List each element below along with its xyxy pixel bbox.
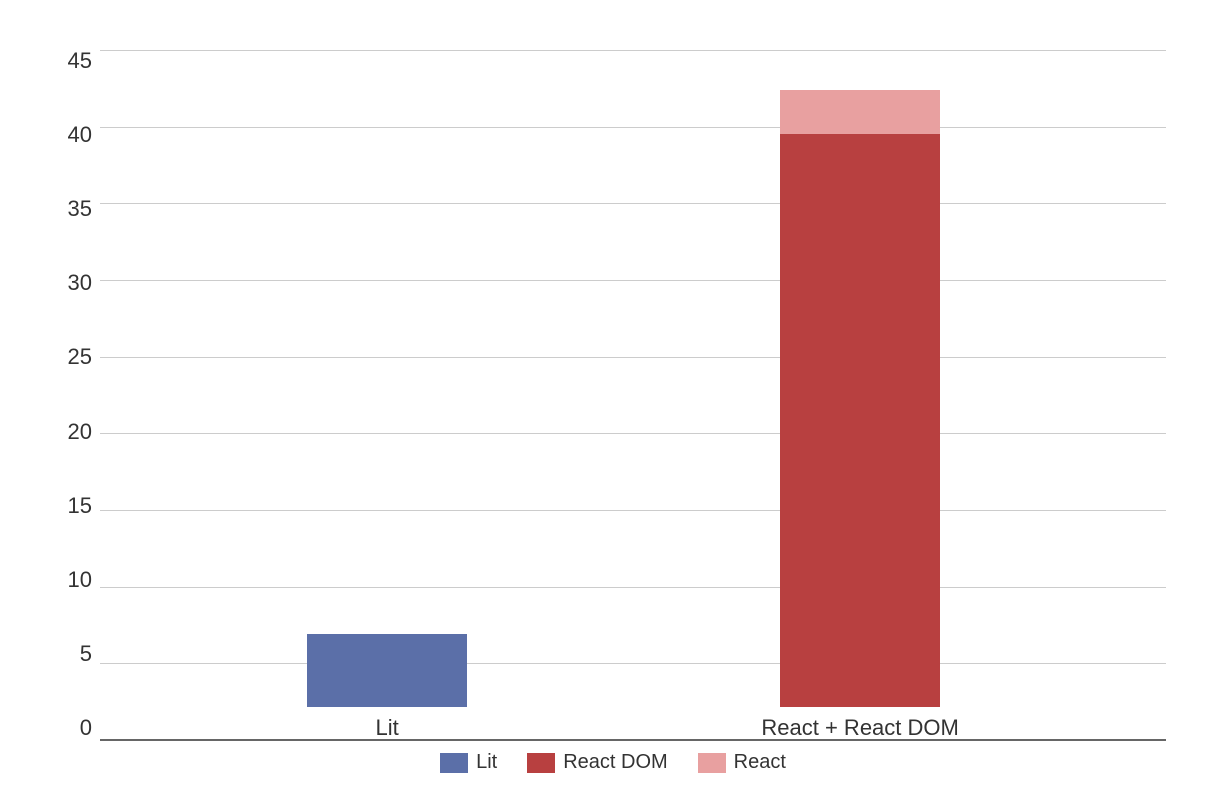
x-axis-line — [100, 739, 1166, 741]
grid-and-bars: 0 5 10 15 20 25 30 35 40 45 Lit React + React DOM — [60, 50, 1166, 741]
bar-stack — [307, 634, 467, 707]
chart-container: 051015202530354045 LitReact + React DOM … — [0, 0, 1206, 804]
legend-swatch — [440, 753, 468, 773]
y-tick: 25 — [60, 346, 100, 368]
chart-plot: Lit React + React DOM — [100, 50, 1166, 741]
legend-label: React DOM — [563, 751, 667, 774]
legend-item: Lit — [440, 751, 497, 774]
bar-group-label: React + React DOM — [761, 715, 958, 741]
y-tick: 5 — [60, 643, 100, 665]
bar-group-label: Lit — [376, 715, 399, 741]
y-tick: 20 — [60, 421, 100, 443]
bars-row: Lit React + React DOM — [100, 50, 1166, 741]
legend-label: Lit — [476, 751, 497, 774]
bar-segment — [780, 90, 940, 134]
legend-item: React — [698, 751, 786, 774]
y-tick: 35 — [60, 198, 100, 220]
chart-area: 051015202530354045 LitReact + React DOM … — [60, 50, 1166, 784]
y-tick: 10 — [60, 569, 100, 591]
legend-swatch — [698, 753, 726, 773]
bar-segment — [780, 134, 940, 707]
y-tick: 0 — [60, 717, 100, 739]
bar-group: React + React DOM — [761, 90, 958, 741]
y-tick: 45 — [60, 50, 100, 72]
y-tick: 30 — [60, 272, 100, 294]
y-tick: 40 — [60, 124, 100, 146]
legend-item: React DOM — [527, 751, 667, 774]
legend-swatch — [527, 753, 555, 773]
bar-group: Lit — [307, 634, 467, 741]
y-axis: 0 5 10 15 20 25 30 35 40 45 — [60, 50, 100, 741]
legend-label: React — [734, 751, 786, 774]
y-tick: 15 — [60, 495, 100, 517]
bar-segment — [307, 634, 467, 707]
bar-stack — [780, 90, 940, 707]
legend: Lit React DOM React — [60, 751, 1166, 784]
